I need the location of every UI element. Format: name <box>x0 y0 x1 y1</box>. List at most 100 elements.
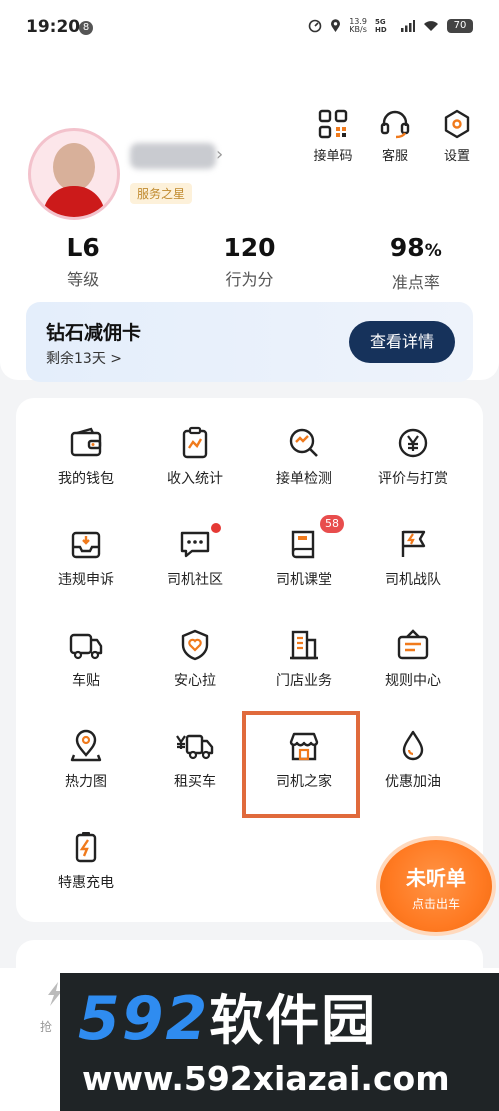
avatar[interactable] <box>28 128 120 220</box>
heart-shield-icon <box>175 628 215 662</box>
grid-item-rules-center[interactable]: 规则中心 <box>355 600 471 690</box>
stat-punctuality[interactable]: 98% 准点率 <box>333 232 499 293</box>
driver-home-highlight-box <box>242 711 360 818</box>
top-actions: 接单码 客服 设置 <box>309 106 481 164</box>
listen-status-label: 未听单 <box>406 866 466 890</box>
grid-item-car-sticker[interactable]: 车贴 <box>28 600 144 690</box>
grid-label: 收入统计 <box>167 471 223 487</box>
class-count-badge: 58 <box>320 515 344 533</box>
grid-label: 违规申诉 <box>58 572 114 588</box>
grid-label: 优惠加油 <box>385 774 441 790</box>
order-check-icon <box>284 426 324 460</box>
stats-row: L6 等级 120 行为分 98% 准点率 <box>0 232 499 293</box>
grid-item-driver-community[interactable]: 司机社区 <box>137 499 253 589</box>
chevron-right-icon[interactable]: › <box>216 144 223 165</box>
wifi-icon <box>424 21 438 31</box>
driver-name-blurred[interactable] <box>130 143 216 169</box>
settings-hexagon-icon <box>439 106 475 142</box>
appeal-tray-icon <box>66 527 106 561</box>
grid-label: 司机战队 <box>385 572 441 588</box>
qr-code-icon <box>315 106 351 142</box>
map-pin-icon <box>66 729 106 763</box>
commission-card-title: 钻石减佣卡 <box>46 322 142 344</box>
status-bar: 19:20 8 13.9 KB/s 5G HD 70 <box>0 0 499 56</box>
grid-item-heat-map[interactable]: 热力图 <box>28 701 144 791</box>
yen-truck-icon <box>175 729 215 763</box>
grid-label: 评价与打赏 <box>378 471 448 487</box>
settings-label: 设置 <box>443 149 470 164</box>
oil-drop-icon <box>393 729 433 763</box>
customer-service-label: 客服 <box>381 149 408 164</box>
avatar-body <box>43 186 105 217</box>
chat-bubble-icon <box>175 523 221 561</box>
truck-icon <box>66 628 106 662</box>
settings-button[interactable]: 设置 <box>433 106 481 164</box>
grid-label: 车贴 <box>72 673 100 689</box>
avatar-face <box>53 143 95 191</box>
grid-item-income-stats[interactable]: 收入统计 <box>137 398 253 488</box>
stat-level-label: 等级 <box>67 270 100 289</box>
grid-label: 我的钱包 <box>58 471 114 487</box>
building-icon <box>284 628 324 662</box>
grid-label: 接单检测 <box>276 471 332 487</box>
watermark-url: www.592xiazai.com <box>82 1059 450 1098</box>
grid-item-fuel-discount[interactable]: 优惠加油 <box>355 701 471 791</box>
battery-charge-icon <box>66 830 106 864</box>
speed-gauge-icon <box>308 19 322 33</box>
grid-item-violation-appeal[interactable]: 违规申诉 <box>28 499 144 589</box>
stat-behavior-score[interactable]: 120 行为分 <box>166 232 332 293</box>
net-speed: 13.9 KB/s <box>349 18 367 34</box>
customer-service-button[interactable]: 客服 <box>371 106 419 164</box>
flag-bolt-icon <box>393 527 433 561</box>
start-shift-label: 点击出车 <box>411 897 460 911</box>
order-qr-label: 接单码 <box>313 149 353 164</box>
grid-label: 司机课堂 <box>276 572 332 588</box>
watermark-number: 592 <box>78 984 210 1054</box>
grid-item-order-check[interactable]: 接单检测 <box>246 398 362 488</box>
watermark-brand: 软件园 <box>209 989 378 1052</box>
commission-card[interactable]: 钻石减佣卡 剩余13天 > 查看详情 <box>26 302 473 382</box>
start-shift-button[interactable]: 未听单 点击出车 <box>376 836 496 936</box>
signal-icon <box>401 20 415 32</box>
yen-coin-icon <box>393 426 433 460</box>
stat-behavior-label: 行为分 <box>225 270 274 289</box>
rule-sign-icon <box>393 628 433 662</box>
headset-icon <box>377 106 413 142</box>
grid-item-store-business[interactable]: 门店业务 <box>246 600 362 690</box>
grid-item-driver-class[interactable]: 58 司机课堂 <box>246 499 362 589</box>
grid-item-safe-haul[interactable]: 安心拉 <box>137 600 253 690</box>
grid-item-ev-charging[interactable]: 特惠充电 <box>28 802 144 892</box>
net-speed-unit: KB/s <box>349 25 367 34</box>
view-details-button[interactable]: 查看详情 <box>349 321 455 363</box>
stat-punctuality-value: 98% <box>389 233 442 262</box>
grid-label: 安心拉 <box>174 673 216 689</box>
percent-unit: % <box>424 241 442 261</box>
system-icons: 13.9 KB/s 5G HD 70 <box>308 18 473 34</box>
unread-dot <box>211 523 221 533</box>
grid-label: 规则中心 <box>385 673 441 689</box>
grid-label: 司机社区 <box>167 572 223 588</box>
service-star-badge: 服务之星 <box>130 183 193 204</box>
stat-level-value: L6 <box>66 233 100 262</box>
wallet-icon <box>66 426 106 460</box>
grid-item-rent-buy-vehicle[interactable]: 租买车 <box>137 701 253 791</box>
grid-label: 特惠充电 <box>58 875 114 891</box>
network-type: 5G HD <box>375 18 387 34</box>
stat-behavior-value: 120 <box>223 233 276 262</box>
grid-item-driver-team[interactable]: 司机战队 <box>355 499 471 589</box>
grid-label: 热力图 <box>65 774 107 790</box>
watermark-banner: 592软件园 www.592xiazai.com <box>60 973 499 1111</box>
grid-label: 门店业务 <box>276 673 332 689</box>
commission-card-remaining[interactable]: 剩余13天 > <box>46 348 122 368</box>
stat-level[interactable]: L6 等级 <box>0 232 166 293</box>
grid-item-ratings-tips[interactable]: 评价与打赏 <box>355 398 471 488</box>
grab-order-label[interactable]: 抢 <box>40 1018 52 1035</box>
grid-item-wallet[interactable]: 我的钱包 <box>28 398 144 488</box>
location-icon <box>331 19 341 32</box>
stat-punctuality-label: 准点率 <box>391 273 440 292</box>
order-qr-button[interactable]: 接单码 <box>309 106 357 164</box>
grid-label: 租买车 <box>174 774 216 790</box>
status-time: 19:20 <box>26 17 81 37</box>
watermark-logo: 592软件园 <box>78 987 377 1053</box>
book-icon: 58 <box>284 515 344 561</box>
